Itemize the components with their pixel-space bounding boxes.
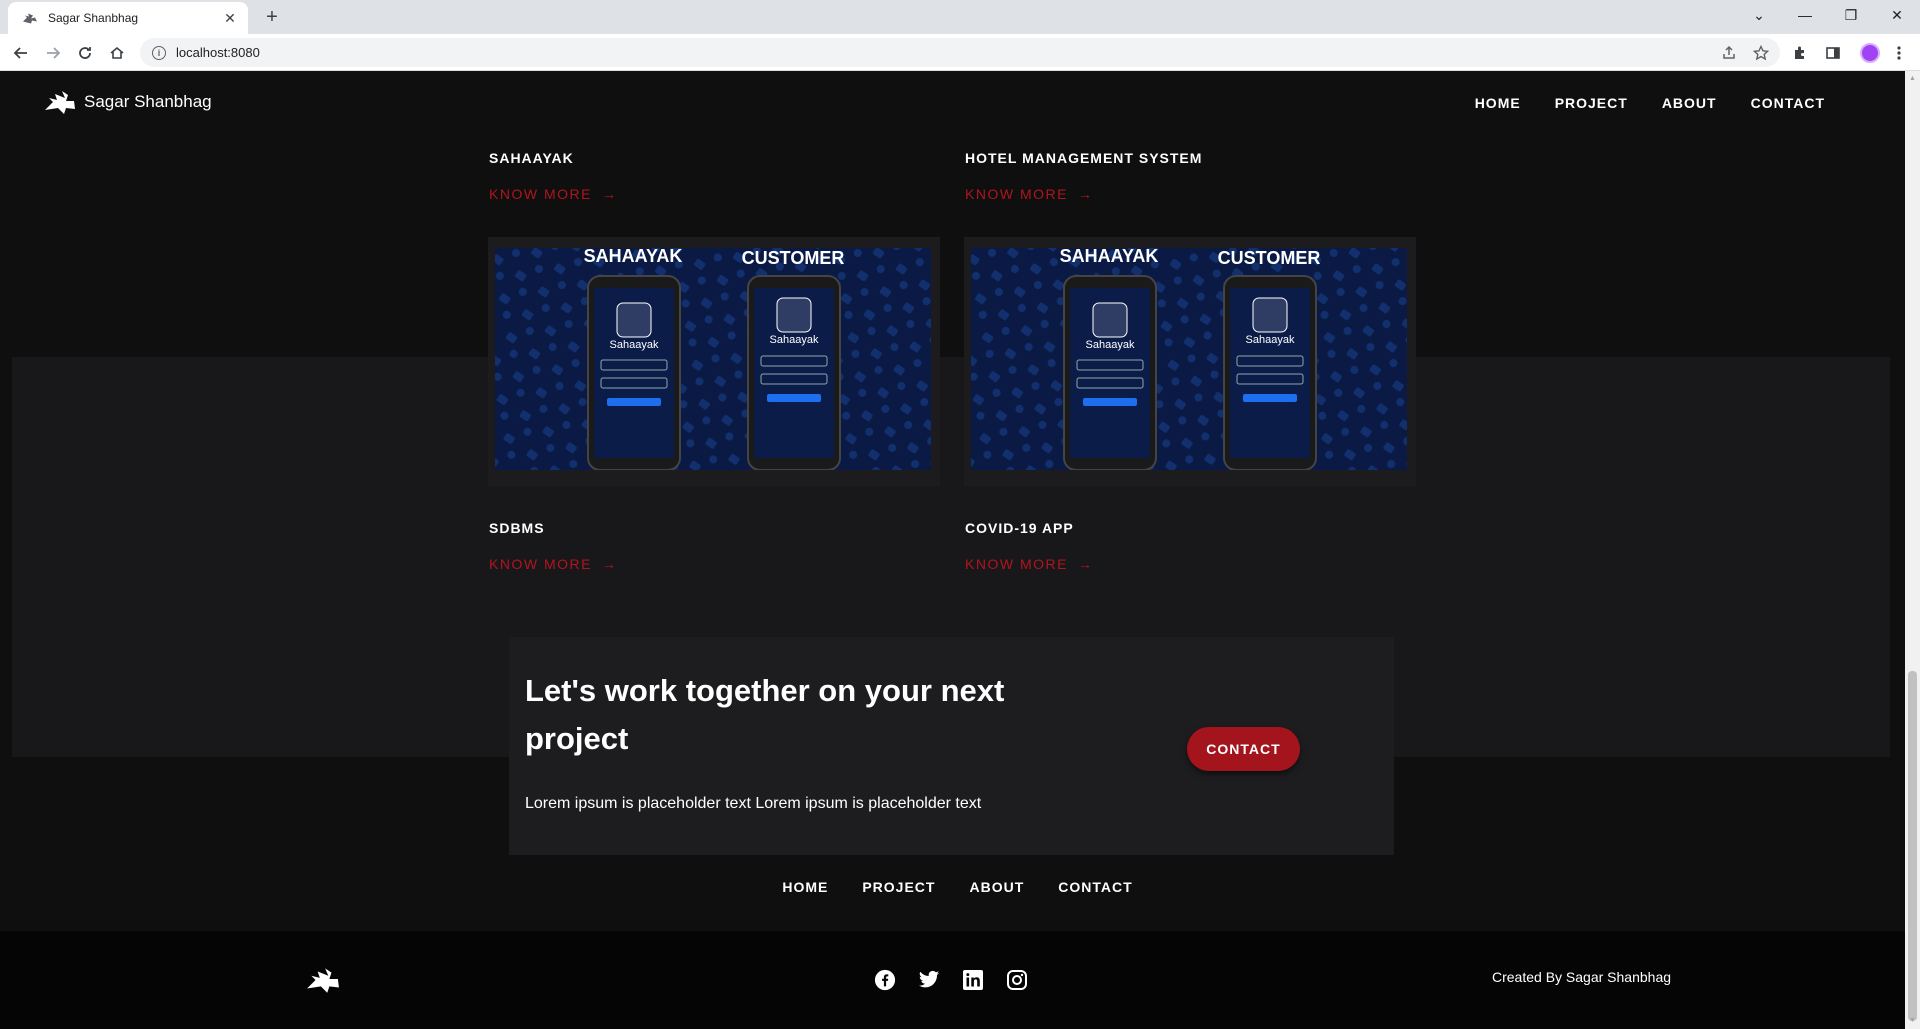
back-icon[interactable] xyxy=(8,40,34,66)
arrow-right-icon: → xyxy=(1077,186,1094,202)
image-label-right: CUSTOMER xyxy=(1218,248,1321,268)
scroll-up-icon[interactable]: ▲ xyxy=(1908,75,1917,83)
minimize-icon[interactable]: — xyxy=(1782,0,1828,30)
know-more-label: KNOW MORE xyxy=(489,556,592,572)
facebook-icon[interactable] xyxy=(873,968,897,992)
brand-name: Sagar Shanbhag xyxy=(84,92,212,111)
footer-nav-home[interactable]: HOME xyxy=(782,879,828,895)
nav-contact[interactable]: CONTACT xyxy=(1751,95,1825,111)
project-card-covid[interactable]: SAHAAYAK CUSTOMER Sahaayak Sahaayak xyxy=(964,237,1416,486)
know-more-label: KNOW MORE xyxy=(965,556,1068,572)
brand[interactable]: Sagar Shanbhag xyxy=(44,89,212,115)
profile-avatar[interactable] xyxy=(1860,43,1880,63)
tab-search-icon[interactable]: ⌄ xyxy=(1736,0,1782,30)
page-viewport: Sagar Shanbhag HOME PROJECT ABOUT CONTAC… xyxy=(0,71,1905,1029)
restore-icon[interactable]: ❐ xyxy=(1828,0,1874,30)
main-nav: HOME PROJECT ABOUT CONTACT xyxy=(1475,95,1825,111)
close-window-icon[interactable]: ✕ xyxy=(1874,0,1920,30)
project-title-sahaayak: SAHAAYAK xyxy=(489,150,574,166)
project-card-sdbms[interactable]: SAHAAYAK CUSTOMER Sahaayak Sahaayak xyxy=(488,237,940,486)
brand-logo-icon xyxy=(44,89,76,115)
image-label-left: SAHAAYAK xyxy=(1060,248,1159,266)
site-info-icon[interactable]: i xyxy=(152,45,166,60)
footer-nav-about[interactable]: ABOUT xyxy=(969,879,1024,895)
twitter-icon[interactable] xyxy=(917,968,941,992)
project-title-sdbms: SDBMS xyxy=(489,520,545,536)
site-navbar: Sagar Shanbhag HOME PROJECT ABOUT CONTAC… xyxy=(0,71,1905,135)
page-scrollbar[interactable]: ▲ ▼ xyxy=(1905,71,1920,1029)
tab-close-icon[interactable]: ✕ xyxy=(222,10,238,27)
project-image: SAHAAYAK CUSTOMER Sahaayak Sahaayak xyxy=(495,248,931,470)
arrow-right-icon: → xyxy=(601,556,618,572)
nav-home[interactable]: HOME xyxy=(1475,95,1521,111)
know-more-link-sdbms[interactable]: KNOW MORE → xyxy=(489,556,617,572)
social-links xyxy=(873,968,1029,992)
image-app-name: Sahaayak xyxy=(610,339,659,351)
image-label-left: SAHAAYAK xyxy=(584,248,683,266)
know-more-link-covid[interactable]: KNOW MORE → xyxy=(965,556,1093,572)
cta-heading: Let's work together on your next project xyxy=(525,673,1005,756)
arrow-right-icon: → xyxy=(1077,556,1094,572)
know-more-link-hotel[interactable]: KNOW MORE → xyxy=(965,186,1093,202)
browser-tab-bar: Sagar Shanbhag ✕ + ⌄ — ❐ ✕ xyxy=(0,0,1920,34)
linkedin-icon[interactable] xyxy=(961,968,985,992)
footer-nav-contact[interactable]: CONTACT xyxy=(1058,879,1132,895)
footer-credit: Created By Sagar Shanbhag xyxy=(1492,969,1672,985)
cta-text: Lorem ipsum is placeholder text Lorem ip… xyxy=(525,795,982,812)
project-title-covid: COVID-19 APP xyxy=(965,520,1074,536)
share-icon[interactable] xyxy=(1716,40,1742,66)
project-image: SAHAAYAK CUSTOMER Sahaayak Sahaayak xyxy=(971,248,1407,470)
footer-nav: HOME PROJECT ABOUT CONTACT xyxy=(0,879,1905,895)
address-url: localhost:8080 xyxy=(176,45,260,60)
know-more-label: KNOW MORE xyxy=(489,186,592,202)
tab-title: Sagar Shanbhag xyxy=(48,11,139,25)
address-bar[interactable]: i localhost:8080 xyxy=(140,38,1780,67)
arrow-right-icon: → xyxy=(601,186,618,202)
footer-nav-project[interactable]: PROJECT xyxy=(862,879,935,895)
nav-project[interactable]: PROJECT xyxy=(1555,95,1628,111)
extensions-icon[interactable] xyxy=(1787,40,1813,66)
know-more-link-sahaayak[interactable]: KNOW MORE → xyxy=(489,186,617,202)
home-icon[interactable] xyxy=(104,40,130,66)
cta-box: Let's work together on your next project… xyxy=(509,637,1394,855)
site-footer: Created By Sagar Shanbhag xyxy=(0,931,1905,1029)
bookmark-star-icon[interactable] xyxy=(1748,40,1774,66)
image-app-name: Sahaayak xyxy=(1086,339,1135,351)
project-title-hotel: HOTEL MANAGEMENT SYSTEM xyxy=(965,150,1203,166)
side-panel-icon[interactable] xyxy=(1820,40,1846,66)
image-label-right: CUSTOMER xyxy=(742,248,845,268)
browser-toolbar: i localhost:8080 xyxy=(0,34,1920,71)
new-tab-icon[interactable]: + xyxy=(260,5,284,29)
scrollbar-thumb[interactable] xyxy=(1908,671,1917,1021)
image-app-name: Sahaayak xyxy=(1246,334,1295,346)
menu-dots-icon[interactable] xyxy=(1886,40,1912,66)
instagram-icon[interactable] xyxy=(1005,968,1029,992)
tab-favicon-icon xyxy=(22,10,38,26)
window-controls: ⌄ — ❐ ✕ xyxy=(1736,0,1920,30)
nav-about[interactable]: ABOUT xyxy=(1662,95,1717,111)
contact-button[interactable]: CONTACT xyxy=(1187,727,1300,771)
footer-logo-icon xyxy=(306,966,340,994)
reload-icon[interactable] xyxy=(72,40,98,66)
browser-tab[interactable]: Sagar Shanbhag ✕ xyxy=(8,2,248,34)
forward-icon[interactable] xyxy=(40,40,66,66)
know-more-label: KNOW MORE xyxy=(965,186,1068,202)
image-app-name: Sahaayak xyxy=(770,334,819,346)
scroll-down-icon[interactable]: ▼ xyxy=(1908,1017,1917,1025)
